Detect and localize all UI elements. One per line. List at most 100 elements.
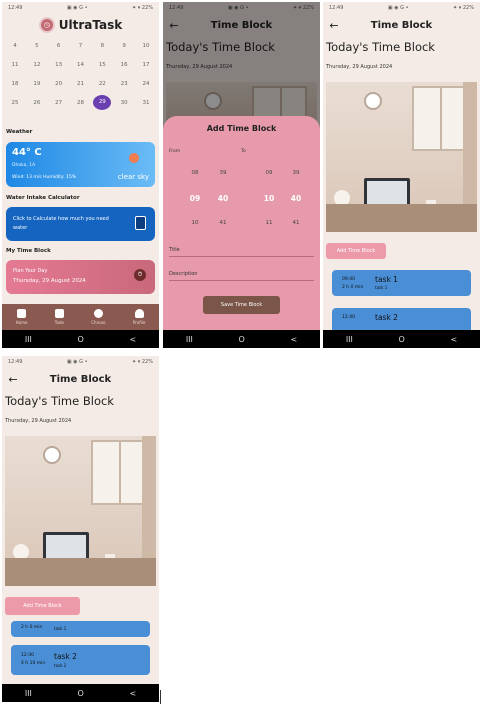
nav-profile-label: Profile <box>132 320 146 325</box>
from-hour-option[interactable]: 10 <box>188 220 202 226</box>
calendar-day[interactable]: 12 <box>28 62 46 68</box>
status-battery: ✦ ▾ 22% <box>131 359 153 365</box>
sheet-title: Add Time Block <box>206 124 277 133</box>
to-minute-selected[interactable]: 40 <box>289 194 303 203</box>
calendar-day[interactable]: 27 <box>50 100 68 106</box>
calendar-day[interactable]: 30 <box>115 100 133 106</box>
weather-sky: clear sky <box>117 173 149 181</box>
status-icons: ▣ ◉ G • <box>66 5 88 11</box>
sun-icon <box>129 153 139 163</box>
from-minute-option[interactable]: 41 <box>216 220 230 226</box>
calendar-day[interactable]: 23 <box>115 81 133 87</box>
app-bar-title: Time Block <box>49 373 112 385</box>
recents-button[interactable]: III <box>346 335 353 344</box>
back-button[interactable]: < <box>129 689 136 698</box>
calendar-day[interactable]: 26 <box>28 100 46 106</box>
calendar-day[interactable]: 28 <box>71 100 89 106</box>
calendar-day[interactable]: 8 <box>93 43 111 49</box>
recents-button[interactable]: III <box>25 335 32 344</box>
from-hour-option[interactable]: 08 <box>188 170 202 176</box>
calendar-day[interactable]: 6 <box>50 43 68 49</box>
home-button[interactable]: O <box>399 335 405 344</box>
from-hour-selected[interactable]: 09 <box>188 194 202 203</box>
back-button[interactable]: < <box>450 335 457 344</box>
calendar-day[interactable]: 17 <box>137 62 155 68</box>
status-bar: 12:49 ▣ ◉ G • ✦ ▾ 22% <box>2 356 159 368</box>
home-screen: 12:49 ▣ ◉ G • ✦ ▾ 22% ◷ UltraTask 4 5 6 … <box>2 2 159 348</box>
task-card[interactable]: 2 h 0 min task 1 <box>11 621 150 637</box>
calendar-day-selected[interactable]: 29 <box>93 95 112 110</box>
calendar-day[interactable]: 14 <box>71 62 89 68</box>
from-label: From <box>169 149 181 154</box>
to-minute-option[interactable]: 39 <box>289 170 303 176</box>
calendar-day[interactable]: 5 <box>28 43 46 49</box>
task-card[interactable]: 12:40 4 h 10 min task 2 task 2 <box>11 645 150 675</box>
description-field[interactable]: Description <box>169 271 314 281</box>
recents-button[interactable]: III <box>25 689 32 698</box>
calendar-day[interactable]: 16 <box>115 62 133 68</box>
time-block-screen: 12:49 ▣ ◉ G • ✦ ▾ 22% ← Time Block Today… <box>323 2 480 348</box>
nav-home[interactable]: Home <box>16 309 27 325</box>
weather-card[interactable]: 44° C Dhaka, 1A Wind: 13 m/s Humidity: 1… <box>6 142 155 187</box>
add-time-block-screen: 12:49 ▣ ◉ G • ✦ ▾ 22% ← Time Block Today… <box>163 2 320 348</box>
system-nav-bar: III O < <box>323 330 480 348</box>
from-minute-selected[interactable]: 40 <box>216 194 230 203</box>
title-field[interactable]: Title <box>169 247 314 257</box>
calendar-day[interactable]: 15 <box>93 62 111 68</box>
add-time-block-button[interactable]: Add Time Block <box>326 243 386 259</box>
to-minute-option[interactable]: 41 <box>289 220 303 226</box>
plan-date: Thursday, 29 August 2024 <box>13 278 86 284</box>
calendar-day[interactable]: 25 <box>6 100 24 106</box>
water-intake-card[interactable]: Click to Calculate how much you need wat… <box>6 207 155 241</box>
calendar-week-row: 11 12 13 14 15 16 17 <box>6 55 155 74</box>
calendar-day[interactable]: 19 <box>28 81 46 87</box>
water-intake-text: Click to Calculate how much you need wat… <box>13 216 109 231</box>
person-icon <box>134 309 144 318</box>
from-minute-option[interactable]: 39 <box>216 170 230 176</box>
back-arrow-icon[interactable]: ← <box>2 373 24 386</box>
back-button[interactable]: < <box>290 335 297 344</box>
desk-graphic <box>5 558 156 586</box>
calendar-day[interactable]: 20 <box>50 81 68 87</box>
home-button[interactable]: O <box>239 335 245 344</box>
status-icons: ▣ ◉ G • <box>66 359 88 365</box>
nav-chrono[interactable]: Chrono <box>91 309 106 325</box>
calendar-day[interactable]: 24 <box>137 81 155 87</box>
nav-profile[interactable]: Profile <box>133 309 145 325</box>
bottom-navigation: Home Todo Chrono Profile <box>2 304 159 330</box>
task-time: 09:40 <box>342 277 355 282</box>
to-hour-selected[interactable]: 10 <box>262 194 276 203</box>
nav-todo[interactable]: Todo <box>55 309 64 325</box>
home-button[interactable]: O <box>78 689 84 698</box>
back-button[interactable]: < <box>129 335 136 344</box>
task-description: task 1 <box>54 626 67 631</box>
task-description: task 1 <box>375 285 388 290</box>
calendar-day[interactable]: 31 <box>137 100 155 106</box>
calendar-day[interactable]: 7 <box>71 43 89 49</box>
water-section-title: Water Intake Calculator <box>6 195 80 201</box>
status-bar: 12:49 ▣ ◉ G • ✦ ▾ 22% <box>2 2 159 14</box>
task-name: task 2 <box>375 313 398 322</box>
page-date: Thursday, 29 August 2024 <box>5 418 72 424</box>
task-duration: 4 h 10 min <box>21 661 46 666</box>
nav-todo-label: Todo <box>54 320 64 325</box>
plan-your-day-card[interactable]: Plan Your Day Thursday, 29 August 2024 ⏱ <box>6 260 155 294</box>
calendar-day[interactable]: 10 <box>137 43 155 49</box>
recents-button[interactable]: III <box>186 335 193 344</box>
to-hour-option[interactable]: 09 <box>262 170 276 176</box>
home-button[interactable]: O <box>78 335 84 344</box>
calendar-day[interactable]: 18 <box>6 81 24 87</box>
calendar-day[interactable]: 21 <box>71 81 89 87</box>
add-time-block-button[interactable]: Add Time Block <box>5 597 80 615</box>
calendar-day[interactable]: 4 <box>6 43 24 49</box>
save-time-block-button[interactable]: Save Time Block <box>203 296 280 314</box>
calendar-day[interactable]: 11 <box>6 62 24 68</box>
desk-graphic <box>326 204 477 232</box>
calendar-day[interactable]: 9 <box>115 43 133 49</box>
back-arrow-icon[interactable]: ← <box>323 19 345 32</box>
task-card[interactable]: 09:40 2 h 0 min task 1 task 1 <box>332 270 471 296</box>
calendar-day[interactable]: 13 <box>50 62 68 68</box>
weather-location: Dhaka, 1A <box>12 163 36 168</box>
calendar-day[interactable]: 22 <box>93 81 111 87</box>
to-hour-option[interactable]: 11 <box>262 220 276 226</box>
